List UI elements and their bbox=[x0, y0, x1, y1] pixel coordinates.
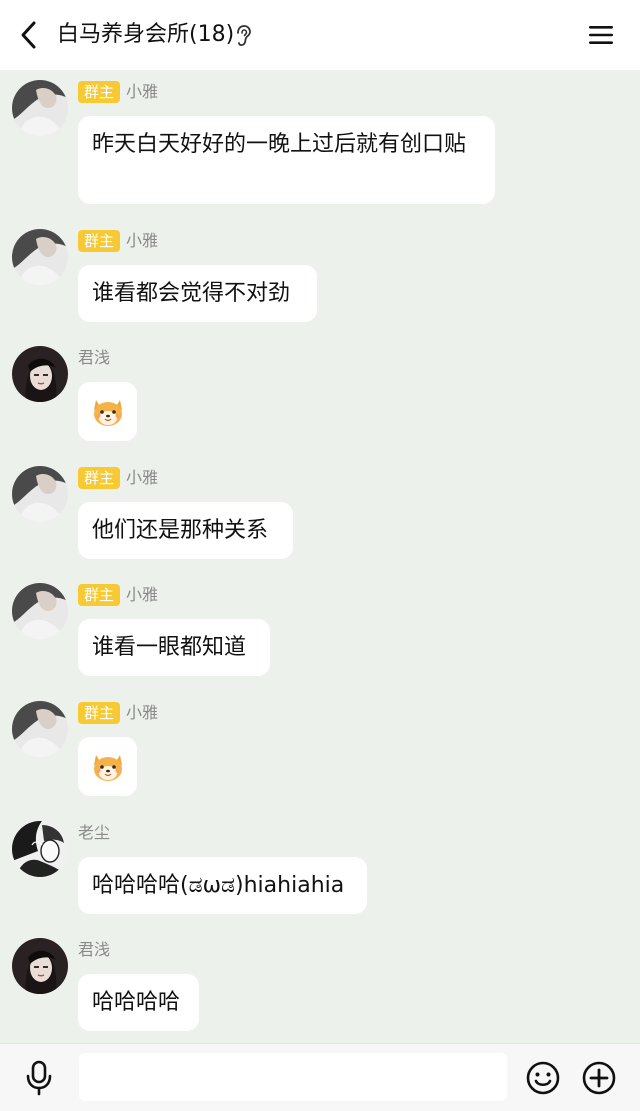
sender-name: 小雅 bbox=[126, 468, 159, 487]
owner-badge: 群主 bbox=[78, 467, 121, 489]
sender-info: 群主 小雅 bbox=[78, 701, 158, 725]
xiaoya-avatar[interactable] bbox=[12, 583, 68, 639]
plus-circle-icon bbox=[582, 1061, 616, 1095]
voice-button[interactable] bbox=[20, 1058, 58, 1098]
message-input[interactable] bbox=[79, 1053, 507, 1101]
owner-badge: 群主 bbox=[78, 702, 121, 724]
sender-name: 君浅 bbox=[78, 348, 111, 367]
xiaoya-avatar[interactable] bbox=[12, 466, 68, 522]
sender-name: 小雅 bbox=[126, 703, 159, 722]
message-bubble[interactable]: 他们还是那种关系 bbox=[78, 502, 293, 559]
input-bar bbox=[0, 1043, 640, 1111]
message-bubble[interactable]: 哈哈哈哈(ಡωಡ)hiahiahia bbox=[78, 857, 367, 914]
sticker-bubble[interactable] bbox=[78, 737, 137, 796]
shiba-dog-sticker bbox=[93, 399, 122, 426]
xiaoya-avatar[interactable] bbox=[12, 701, 68, 757]
more-actions-button[interactable] bbox=[579, 1058, 619, 1098]
emoji-button[interactable] bbox=[523, 1058, 563, 1098]
sender-info: 群主 小雅 bbox=[78, 583, 158, 607]
ear-icon bbox=[237, 25, 251, 46]
xiaoya-avatar[interactable] bbox=[12, 80, 68, 136]
message-bubble[interactable]: 昨天白天好好的一晚上过后就有创口贴 bbox=[78, 116, 495, 204]
owner-badge: 群主 bbox=[78, 230, 121, 252]
message-bubble[interactable]: 谁看都会觉得不对劲 bbox=[78, 265, 317, 322]
laochen-avatar[interactable] bbox=[12, 821, 68, 877]
shiba-dog-sticker bbox=[93, 754, 122, 781]
sender-name: 小雅 bbox=[126, 585, 159, 604]
sender-info: 群主 小雅 bbox=[78, 466, 158, 490]
sender-name: 老尘 bbox=[78, 823, 111, 842]
junqian-avatar[interactable] bbox=[12, 938, 68, 994]
message-bubble[interactable]: 谁看一眼都知道 bbox=[78, 619, 270, 676]
sender-info: 君浅 bbox=[78, 938, 110, 962]
sender-info: 群主 小雅 bbox=[78, 229, 158, 253]
hamburger-menu-icon bbox=[589, 26, 613, 44]
microphone-icon bbox=[26, 1060, 52, 1096]
smiley-icon bbox=[526, 1061, 560, 1095]
sender-info: 老尘 bbox=[78, 821, 110, 845]
sender-info: 君浅 bbox=[78, 346, 110, 370]
more-menu-button[interactable] bbox=[584, 18, 618, 52]
junqian-avatar[interactable] bbox=[12, 346, 68, 402]
owner-badge: 群主 bbox=[78, 584, 121, 606]
message-list[interactable]: 群主 小雅 昨天白天好好的一晚上过后就有创口贴 群主 小雅 谁看都会觉得不对劲 bbox=[0, 70, 640, 1043]
chat-header: 白马养身会所(18) bbox=[0, 0, 640, 70]
back-button[interactable] bbox=[10, 16, 46, 54]
sender-name: 小雅 bbox=[126, 82, 159, 101]
message-bubble[interactable]: 哈哈哈哈 bbox=[78, 974, 199, 1031]
sender-info: 群主 小雅 bbox=[78, 80, 158, 104]
sender-name: 小雅 bbox=[126, 231, 159, 250]
sender-name: 君浅 bbox=[78, 940, 111, 959]
xiaoya-avatar[interactable] bbox=[12, 229, 68, 285]
group-title: 白马养身会所(18) bbox=[57, 22, 235, 47]
chevron-left-icon bbox=[21, 21, 36, 49]
sticker-bubble[interactable] bbox=[78, 382, 137, 441]
owner-badge: 群主 bbox=[78, 81, 121, 103]
